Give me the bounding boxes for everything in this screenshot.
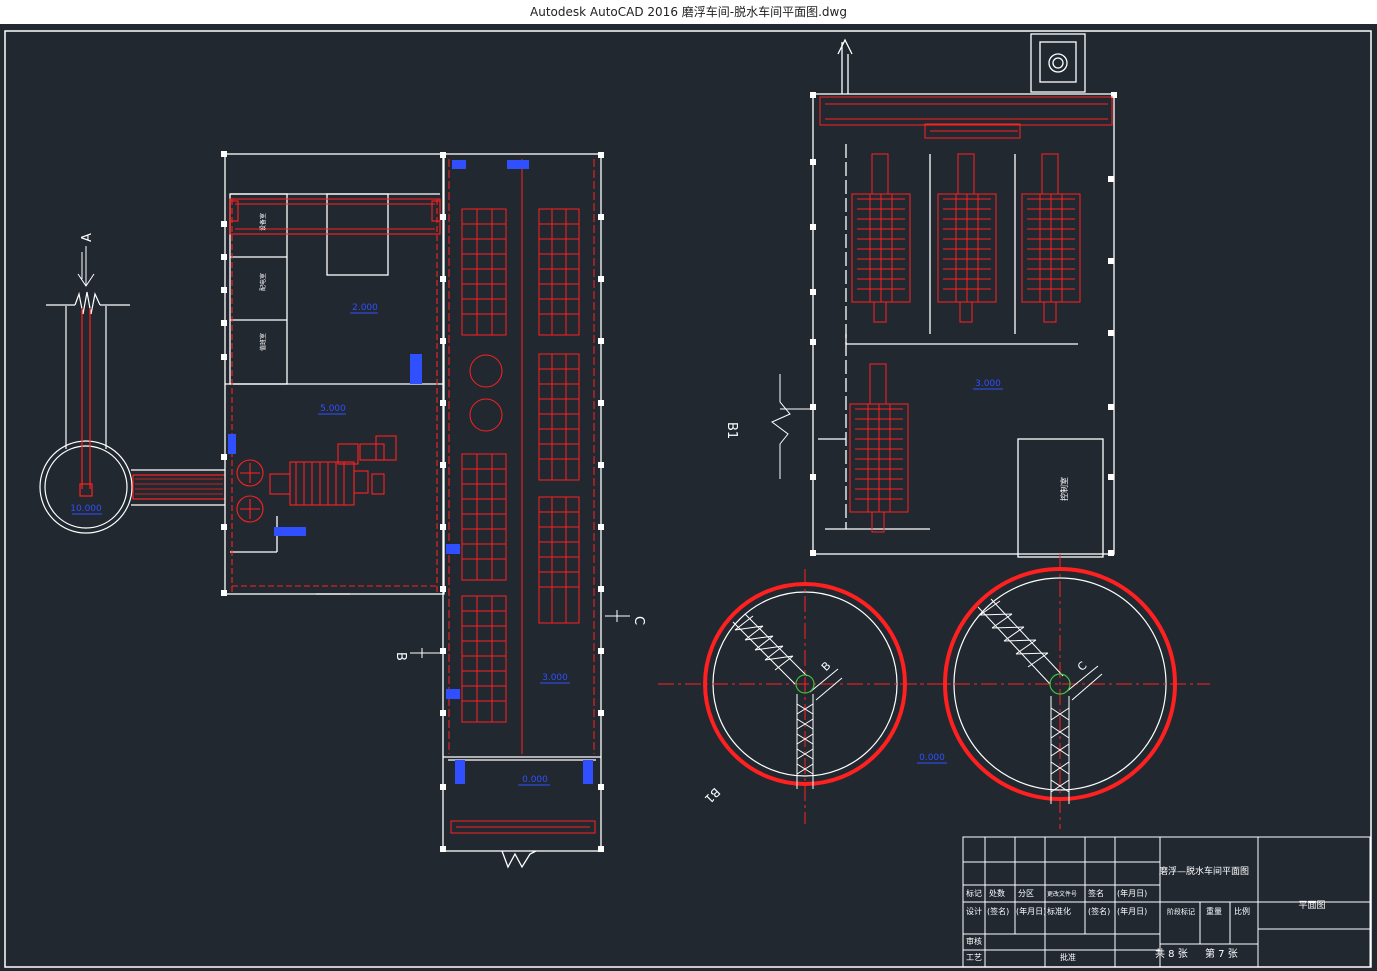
section-c-label: C — [631, 616, 646, 625]
thickener-1 — [658, 569, 955, 824]
drawing-text: 处数 — [989, 888, 1005, 898]
flotation-red — [448, 159, 596, 834]
title-approve: 批准 — [1060, 952, 1076, 962]
section-a-label: A — [80, 233, 95, 242]
window-title: Autodesk AutoCAD 2016 磨浮车间-脱水车间平面图.dwg — [530, 5, 847, 19]
float-mid-elevation: 3.000 — [542, 673, 568, 683]
dewater-columns — [810, 92, 1117, 556]
drawing-text: (签名) — [1088, 906, 1110, 916]
thickener-c-label: C — [1075, 659, 1090, 674]
title-weight: 重量 — [1206, 906, 1222, 916]
drawing-canvas[interactable]: A 10.000 设备室 配电室 值班室 2.000 5.000 3.000 0… — [0, 24, 1377, 971]
grinding-red — [229, 198, 441, 594]
upper-room-elevation: 2.000 — [352, 303, 378, 313]
thickener-b1-label: B1 — [702, 785, 723, 806]
drawing-text: (年月日) — [1117, 906, 1147, 916]
title-row-2: 设计 (签名) (年月日) 标准化 (签名) (年月日) — [966, 906, 1147, 916]
equip-room-3-label: 值班室 — [259, 333, 267, 351]
control-room-label: 控制室 — [1059, 477, 1069, 501]
thickener-b-label: B — [819, 659, 834, 674]
drawing-text: 分区 — [1018, 889, 1034, 898]
section-b1-label: B1 — [724, 422, 739, 439]
section-b-label: B — [393, 652, 408, 661]
float-bottom-elevation: 0.000 — [522, 775, 548, 785]
window-titlebar: Autodesk AutoCAD 2016 磨浮车间-脱水车间平面图.dwg — [0, 0, 1377, 24]
drawing-text: (年月日) — [1016, 906, 1046, 916]
equip-room-2-label: 配电室 — [259, 273, 267, 291]
cad-drawing[interactable]: A 10.000 设备室 配电室 值班室 2.000 5.000 3.000 0… — [0, 24, 1377, 971]
title-drawing-type: 平面图 — [1298, 900, 1325, 911]
drawing-text: 更改文件号 — [1047, 890, 1077, 898]
drawing-text: 签名 — [1088, 888, 1104, 898]
drawing-text: 标准化 — [1047, 906, 1071, 916]
equip-room-1-label: 设备室 — [259, 213, 267, 231]
drawing-text: (签名) — [987, 906, 1009, 916]
dewater-red — [819, 96, 1113, 533]
grinding-columns — [221, 151, 227, 596]
drawing-text: 标记 — [966, 888, 982, 898]
title-audit: 审核 — [966, 936, 982, 946]
title-row-1: 标记 处数 分区 更改文件号 签名 (年月日) — [966, 888, 1147, 898]
thickener-elevation: 0.000 — [919, 753, 945, 763]
drawing-text: 设计 — [966, 906, 982, 916]
title-stage: 阶段标记 — [1167, 907, 1195, 916]
title-sheet-no: 第 7 张 — [1205, 947, 1238, 960]
title-process: 工艺 — [966, 953, 982, 962]
title-drawing-name: 磨浮—脱水车间平面图 — [1159, 865, 1249, 877]
title-scale: 比例 — [1234, 906, 1250, 916]
mill-room-elevation: 5.000 — [320, 404, 346, 414]
section-b1-mark — [771, 374, 812, 479]
thickener-2 — [900, 554, 1210, 829]
sump-elevation: 10.000 — [70, 504, 102, 514]
dewater-elevation: 3.000 — [975, 379, 1001, 389]
section-a-mark — [77, 246, 95, 287]
drawing-text: (年月日) — [1117, 888, 1147, 898]
title-sheets-total: 共 8 张 — [1155, 948, 1188, 960]
